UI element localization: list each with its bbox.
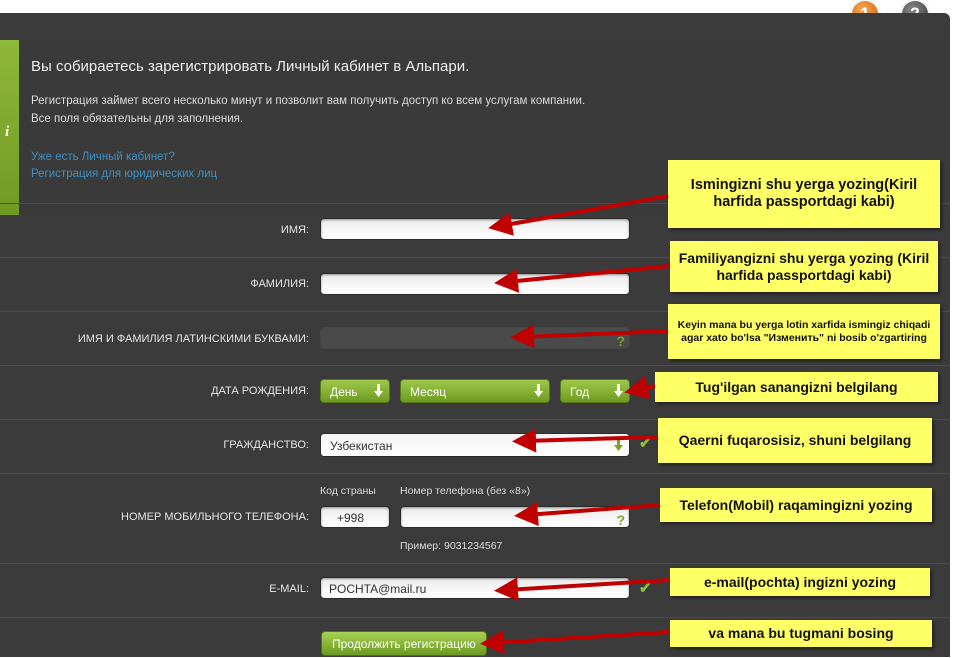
day-select[interactable]: День	[320, 379, 390, 403]
last-name-label: ФАМИЛИЯ:	[250, 278, 309, 290]
note-submit: va mana bu tugmani bosing	[670, 620, 932, 647]
note-last-name: Familiyangizni shu yerga yozing (Kiril h…	[670, 241, 938, 292]
dob-label: ДАТА РОЖДЕНИЯ:	[211, 385, 309, 397]
citizenship-value: Узбекистан	[330, 439, 393, 453]
arrow-down-icon	[614, 438, 623, 451]
registration-page: 1 2 i Вы собираетесь зарегистрировать Ли…	[0, 0, 954, 657]
phone-input[interactable]: ?	[400, 506, 630, 528]
note-phone: Telefon(Mobil) raqamingizni yozing	[660, 488, 932, 522]
arrow-down-icon	[614, 384, 623, 397]
first-name-input[interactable]	[320, 218, 630, 240]
continue-registration-button[interactable]: Продолжить регистрацию	[321, 631, 487, 656]
country-code-caption: Код страны	[320, 485, 376, 497]
day-value: День	[330, 385, 358, 399]
month-value: Месяц	[410, 385, 447, 399]
page-title: Вы собираетесь зарегистрировать Личный к…	[31, 58, 470, 75]
note-citizenship: Qaerni fuqarosisiz, shuni belgilang	[658, 418, 932, 463]
latin-name-field: ?	[320, 327, 630, 349]
phone-label: НОМЕР МОБИЛЬНОГО ТЕЛЕФОНА:	[121, 511, 309, 523]
existing-account-link[interactable]: Уже есть Личный кабинет?	[31, 151, 175, 163]
checkmark-icon: ✔	[639, 435, 652, 452]
first-name-label: ИМЯ:	[280, 224, 309, 236]
phone-caption: Номер телефона (без «8»)	[400, 485, 531, 497]
help-icon[interactable]: ?	[616, 330, 625, 352]
info-text-1: Регистрация займет всего несколько минут…	[31, 95, 586, 107]
help-icon[interactable]: ?	[616, 509, 625, 531]
checkmark-icon: ✔	[639, 580, 652, 597]
last-name-input[interactable]	[320, 273, 630, 295]
year-select[interactable]: Год	[560, 379, 630, 403]
note-first-name: Ismingizni shu yerga yozing(Kiril harfid…	[668, 160, 940, 228]
country-code-input[interactable]: +998	[320, 506, 390, 528]
email-label: E-MAIL:	[269, 583, 309, 595]
note-dob: Tug'ilgan sanangizni belgilang	[655, 372, 938, 402]
arrow-down-icon	[534, 384, 543, 397]
info-bar: i	[0, 40, 19, 215]
arrow-down-icon	[374, 384, 383, 397]
month-select[interactable]: Месяц	[400, 379, 550, 403]
latin-name-label: ИМЯ И ФАМИЛИЯ ЛАТИНСКИМИ БУКВАМИ:	[77, 333, 309, 345]
citizenship-label: ГРАЖДАНСТВО:	[223, 439, 309, 451]
note-email: e-mail(pochta) ingizni yozing	[670, 568, 930, 596]
citizenship-select[interactable]: Узбекистан	[320, 433, 630, 457]
note-latin-name: Keyin mana bu yerga lotin xarfida isming…	[668, 304, 940, 359]
legal-entity-link[interactable]: Регистрация для юридических лиц	[31, 168, 217, 180]
email-input[interactable]: POCHTA@mail.ru	[320, 577, 630, 599]
info-icon: i	[5, 124, 10, 140]
phone-example: Пример: 9031234567	[400, 540, 503, 552]
year-value: Год	[570, 385, 590, 399]
info-text-2: Все поля обязательны для заполнения.	[31, 113, 244, 125]
